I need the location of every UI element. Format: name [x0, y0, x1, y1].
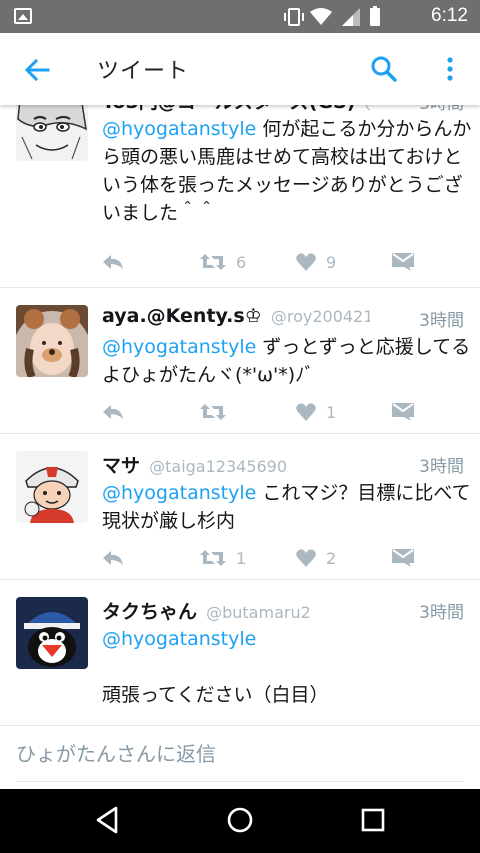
- like-button[interactable]: 9: [296, 250, 336, 274]
- mention-link[interactable]: @hyogatanstyle: [102, 336, 256, 358]
- tweet-text: @hyogatanstyle 頑張ってください（白目）: [102, 625, 472, 709]
- nav-back-icon[interactable]: [94, 805, 120, 835]
- tweet-actions: 1 2: [102, 546, 422, 570]
- reply-list: To5円@コールスターズ(GS) @... 3時間 @hyogatanstyle…: [0, 105, 480, 725]
- reply-icon: [103, 405, 123, 419]
- screen-name: @...: [365, 105, 370, 112]
- heart-icon: [296, 549, 316, 567]
- retweet-button[interactable]: 1: [200, 546, 246, 570]
- timestamp: 3時間: [419, 311, 464, 331]
- tweet-item[interactable]: マサ @taiga12345690 3時間 @hyogatanstyle これマ…: [0, 434, 480, 580]
- retweet-count: 1: [236, 548, 247, 568]
- tweet-actions: 1: [102, 400, 422, 424]
- direct-message-button[interactable]: [392, 400, 414, 424]
- tweet-header: タクちゃん @butamaru2: [102, 597, 370, 623]
- avatar[interactable]: [16, 451, 88, 523]
- search-icon[interactable]: [370, 55, 398, 83]
- screen-name: @roy200421: [270, 307, 370, 326]
- envelope-icon: [392, 403, 414, 421]
- tweet-text: @hyogatanstyle これマジ？目標に比べて現状が厳し杉内: [102, 479, 472, 535]
- status-icons: [284, 6, 380, 28]
- nav-recents-icon[interactable]: [360, 805, 386, 835]
- display-name[interactable]: マサ: [102, 455, 140, 477]
- retweet-icon: [200, 404, 226, 420]
- status-bar: 6:12: [0, 0, 480, 33]
- tweet-item[interactable]: タクちゃん @butamaru2 3時間 @hyogatanstyle 頑張って…: [0, 580, 480, 725]
- tweet-body: 頑張ってください（白目）: [102, 684, 329, 706]
- like-count: 1: [326, 402, 337, 422]
- heart-icon: [296, 253, 316, 271]
- signal-icon: [342, 8, 360, 26]
- avatar[interactable]: [16, 305, 88, 377]
- avatar[interactable]: [16, 597, 88, 669]
- direct-message-button[interactable]: [392, 546, 414, 570]
- reply-input[interactable]: ひょがたんさんに返信: [16, 726, 464, 782]
- app-bar: ツイート: [0, 33, 480, 105]
- display-name[interactable]: To5円@コールスターズ(GS): [102, 105, 355, 113]
- tweet-item[interactable]: aya.@Kenty.s♔ @roy200421 3時間 @hyogatanst…: [0, 288, 480, 434]
- direct-message-button[interactable]: [392, 250, 414, 274]
- heart-icon: [296, 403, 316, 421]
- gallery-icon: [14, 8, 32, 24]
- retweet-button[interactable]: 6: [200, 250, 246, 274]
- screen-name: @butamaru2: [206, 603, 311, 622]
- reply-icon: [103, 551, 123, 565]
- display-name[interactable]: aya.@Kenty.s♔: [102, 305, 262, 327]
- page-title: ツイート: [97, 59, 190, 84]
- mention-link[interactable]: @hyogatanstyle: [102, 625, 472, 653]
- more-options-icon[interactable]: [440, 55, 460, 83]
- like-button[interactable]: 2: [296, 546, 336, 570]
- back-arrow-icon[interactable]: [22, 55, 52, 85]
- timestamp: 3時間: [419, 457, 464, 477]
- tweet-header: マサ @taiga12345690: [102, 451, 370, 477]
- timestamp: 3時間: [419, 105, 464, 114]
- mention-link[interactable]: @hyogatanstyle: [102, 482, 256, 504]
- tweet-text: @hyogatanstyle ずっとずっと応援してるよひょがたんヾ(*'ω'*)…: [102, 333, 472, 389]
- reply-button[interactable]: [102, 250, 124, 274]
- battery-icon: [370, 6, 380, 26]
- avatar[interactable]: [16, 105, 88, 161]
- reply-icon: [103, 255, 123, 269]
- wifi-icon: [310, 8, 332, 25]
- envelope-icon: [392, 253, 414, 271]
- reply-button[interactable]: [102, 546, 124, 570]
- retweet-count: 6: [236, 252, 247, 272]
- tweet-text: @hyogatanstyle 何が起こるか分からんから頭の悪い馬鹿はせめて高校は…: [102, 115, 472, 227]
- mention-link[interactable]: @hyogatanstyle: [102, 118, 256, 140]
- status-time: 6:12: [431, 5, 468, 26]
- screen-name: @taiga12345690: [149, 457, 288, 476]
- reply-bar: ひょがたんさんに返信: [0, 725, 480, 789]
- nav-home-icon[interactable]: [226, 805, 254, 835]
- retweet-button[interactable]: [200, 400, 236, 424]
- timestamp: 3時間: [419, 603, 464, 623]
- retweet-icon: [200, 550, 226, 566]
- navigation-bar: [0, 789, 480, 853]
- like-count: 2: [326, 548, 337, 568]
- tweet-item[interactable]: To5円@コールスターズ(GS) @... 3時間 @hyogatanstyle…: [0, 105, 480, 288]
- tweet-header: To5円@コールスターズ(GS) @...: [102, 105, 370, 113]
- like-count: 9: [326, 252, 337, 272]
- display-name[interactable]: タクちゃん: [102, 601, 197, 623]
- reply-button[interactable]: [102, 400, 124, 424]
- vibrate-icon: [284, 8, 304, 26]
- tweet-actions: 6 9: [102, 250, 422, 274]
- like-button[interactable]: 1: [296, 400, 336, 424]
- tweet-header: aya.@Kenty.s♔ @roy200421: [102, 305, 370, 331]
- envelope-icon: [392, 549, 414, 567]
- retweet-icon: [200, 254, 226, 270]
